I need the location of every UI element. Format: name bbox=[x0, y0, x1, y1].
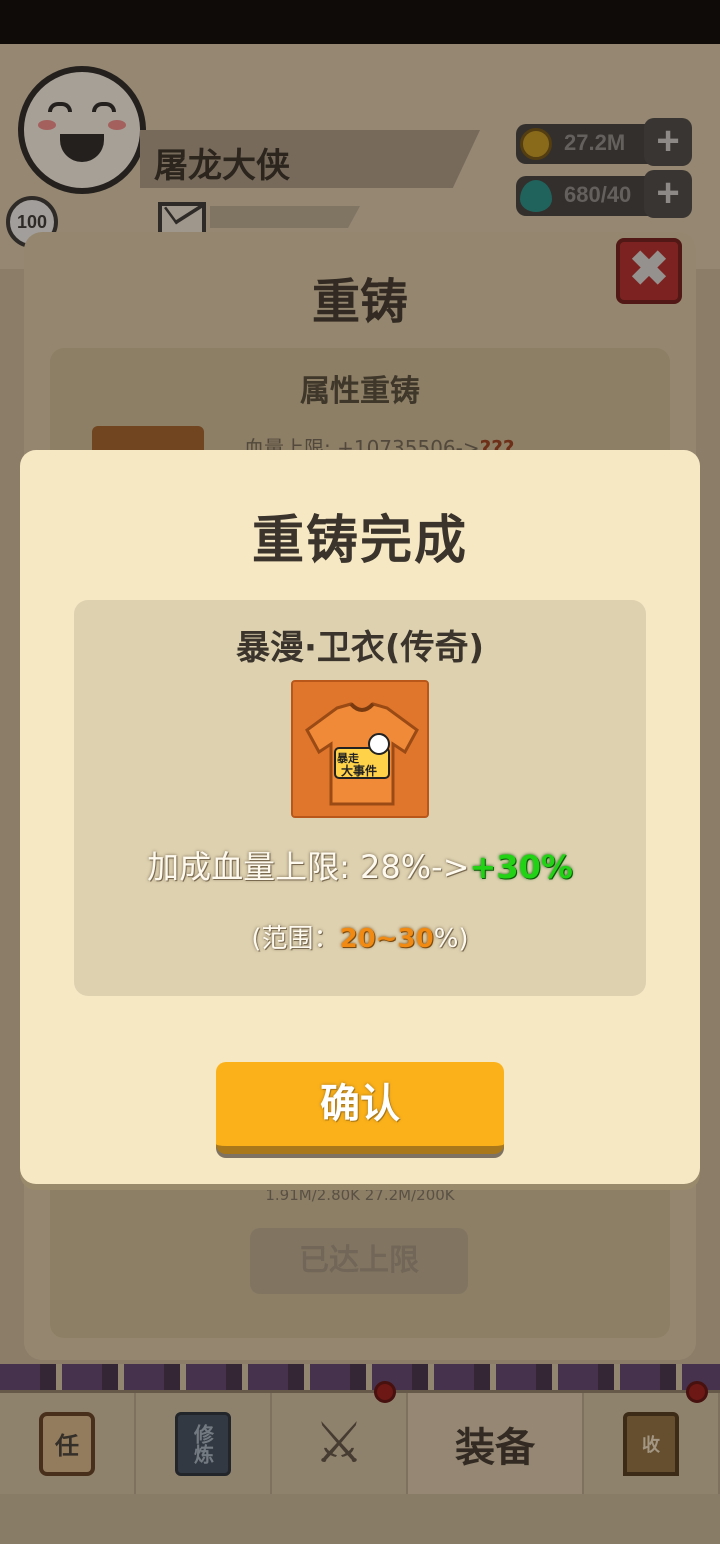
range-prefix: (范围： bbox=[251, 924, 340, 954]
hoodie-item-icon[interactable]: 暴走 大事件 bbox=[291, 680, 429, 818]
stat-old-value: 28%-> bbox=[360, 848, 470, 886]
tshirt-icon: 暴走 大事件 bbox=[293, 682, 427, 816]
reforge-complete-modal: 重铸完成 暴漫·卫衣(传奇) 暴走 大事件 加成血量上限: 28%->+30% … bbox=[20, 450, 700, 1184]
game-screen: 100 屠龙大侠 27.2M + 680/40 + 重铸 属性重铸 血量上限: … bbox=[0, 0, 720, 1544]
stat-change: 加成血量上限: 28%->+30% bbox=[74, 842, 646, 888]
stat-new-value: +30% bbox=[469, 848, 573, 886]
range-value: 20~30 bbox=[339, 924, 434, 954]
modal-title: 重铸完成 bbox=[251, 511, 468, 571]
confirm-button[interactable]: 确认 bbox=[216, 1062, 504, 1154]
range-suffix: %) bbox=[433, 924, 469, 954]
stat-range: (范围：20~30%) bbox=[74, 918, 646, 955]
logo-text-line2: 大事件 bbox=[341, 763, 377, 778]
logo-text-line1: 暴走 bbox=[336, 751, 359, 765]
item-name: 暴漫·卫衣(传奇) bbox=[236, 628, 484, 668]
stat-label: 加成血量上限: bbox=[147, 848, 361, 886]
result-card: 暴漫·卫衣(传奇) 暴走 大事件 加成血量上限: 28%->+30% (范围：2… bbox=[74, 600, 646, 996]
